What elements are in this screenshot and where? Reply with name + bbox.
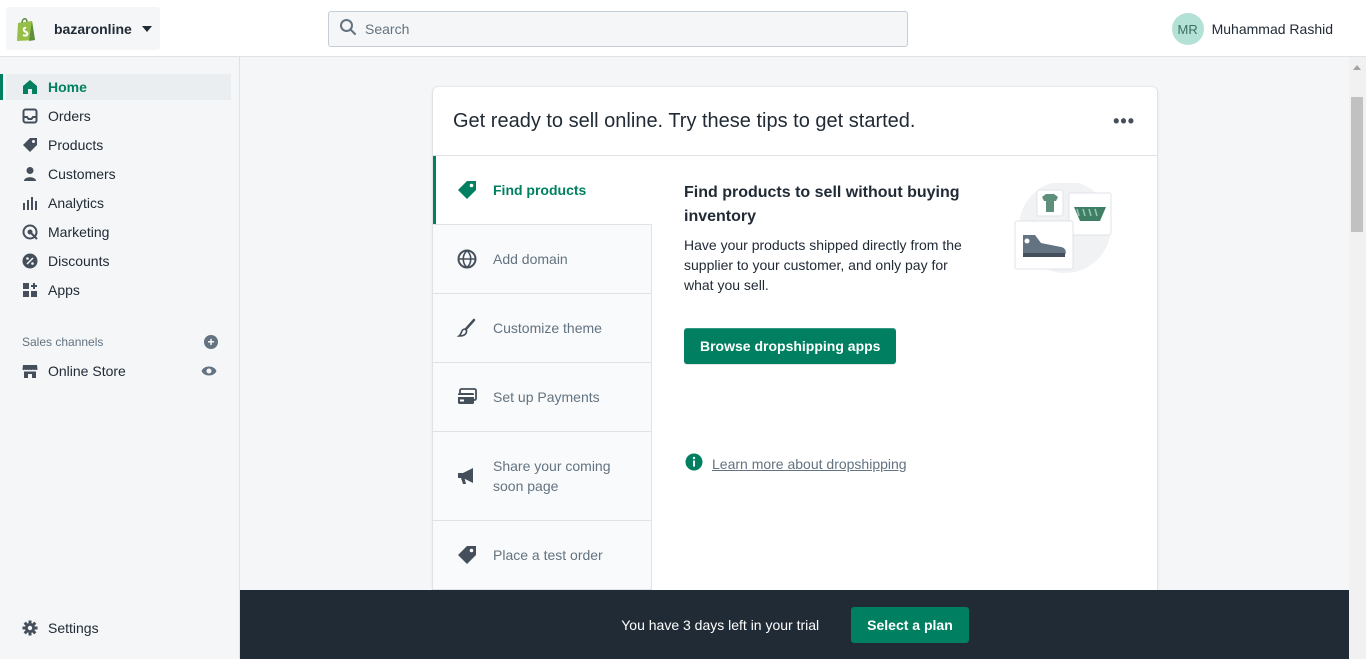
gear-icon (22, 620, 38, 636)
user-menu[interactable]: MR Muhammad Rashid (1171, 13, 1333, 45)
top-bar: bazaronline MR Muhammad Rashid (0, 0, 1366, 57)
products-illustration (1011, 181, 1117, 279)
store-name: bazaronline (54, 20, 132, 37)
sidebar-item-discounts[interactable]: Discounts (6, 248, 231, 274)
sidebar-item-marketing[interactable]: Marketing (6, 219, 231, 245)
sidebar-item-label: Online Store (48, 363, 126, 379)
chevron-down-icon (141, 25, 152, 32)
globe-icon (457, 249, 477, 269)
info-icon (685, 453, 703, 474)
trial-banner: You have 3 days left in your trial Selec… (240, 590, 1350, 659)
sidebar-item-orders[interactable]: Orders (6, 103, 231, 129)
sidebar: Home Orders Products Customers Analytics… (0, 57, 240, 659)
page-scrollbar[interactable] (1349, 57, 1366, 659)
card-header: Get ready to sell online. Try these tips… (433, 87, 1157, 156)
bar-chart-icon (22, 195, 38, 211)
tab-label: Find products (493, 182, 587, 198)
tab-customize-theme[interactable]: Customize theme (433, 294, 652, 363)
sidebar-item-label: Analytics (48, 195, 105, 211)
tab-find-products[interactable]: Find products (433, 156, 652, 225)
target-icon (22, 224, 38, 240)
search-input[interactable] (365, 21, 885, 37)
sidebar-item-online-store[interactable]: Online Store (6, 358, 231, 384)
tab-label: Place a test order (493, 547, 603, 563)
select-plan-button[interactable]: Select a plan (851, 606, 969, 643)
tab-label: Customize theme (493, 320, 602, 336)
home-icon (22, 79, 38, 95)
tab-add-domain[interactable]: Add domain (433, 225, 652, 294)
sales-channels-label: Sales channels (22, 335, 104, 349)
scroll-up-arrow-icon[interactable] (1353, 65, 1361, 70)
more-actions-button[interactable]: ••• (1113, 111, 1135, 132)
sidebar-item-label: Orders (48, 108, 91, 124)
tab-share-coming-soon[interactable]: Share your coming soon page (433, 432, 652, 521)
inbox-icon (22, 108, 38, 124)
tag-icon (22, 137, 38, 153)
tab-label: Add domain (493, 251, 568, 267)
sidebar-item-label: Apps (48, 282, 80, 298)
scroll-thumb[interactable] (1351, 97, 1363, 232)
setup-guide-card: Get ready to sell online. Try these tips… (433, 87, 1157, 607)
card-title: Get ready to sell online. Try these tips… (453, 109, 916, 132)
search-bar (328, 11, 908, 47)
browse-dropshipping-apps-button[interactable]: Browse dropshipping apps (684, 328, 897, 364)
store-switcher[interactable]: bazaronline (6, 7, 160, 50)
sidebar-item-apps[interactable]: Apps (6, 277, 231, 303)
sales-channels-header: Sales channels + (22, 335, 218, 349)
tag-icon (457, 180, 477, 200)
sidebar-item-label: Settings (48, 620, 99, 636)
detail-description: Have your products shipped directly from… (684, 237, 962, 293)
avatar: MR (1171, 13, 1204, 45)
eye-icon[interactable] (201, 364, 217, 380)
sidebar-item-label: Discounts (48, 253, 110, 269)
tab-set-up-payments[interactable]: Set up Payments (433, 363, 652, 432)
sidebar-item-products[interactable]: Products (6, 132, 231, 158)
tab-label: Set up Payments (493, 389, 600, 405)
add-sales-channel-icon[interactable]: + (204, 335, 218, 349)
sidebar-item-analytics[interactable]: Analytics (6, 190, 231, 216)
user-name: Muhammad Rashid (1211, 21, 1333, 37)
shopify-bag-icon (14, 15, 38, 43)
tab-place-test-order[interactable]: Place a test order (433, 521, 652, 590)
store-icon (22, 363, 38, 379)
sidebar-item-label: Marketing (48, 224, 110, 240)
tab-detail: Find products to sell without buying inv… (684, 181, 974, 295)
tab-label: Share your coming soon page (493, 458, 611, 494)
sidebar-item-label: Customers (48, 166, 116, 182)
learn-more-row: Learn more about dropshipping (685, 453, 907, 474)
discount-icon (22, 253, 38, 269)
brush-icon (457, 318, 477, 338)
person-icon (22, 166, 38, 182)
credit-card-icon (457, 387, 477, 407)
learn-more-dropshipping-link[interactable]: Learn more about dropshipping (712, 456, 907, 472)
tag-icon (457, 545, 477, 565)
megaphone-icon (457, 466, 477, 486)
sidebar-item-home[interactable]: Home (0, 74, 231, 100)
detail-title: Find products to sell without buying inv… (684, 184, 960, 225)
sidebar-item-label: Products (48, 137, 104, 153)
trial-message: You have 3 days left in your trial (621, 616, 820, 633)
sidebar-item-settings[interactable]: Settings (6, 615, 231, 641)
sidebar-item-label: Home (48, 79, 87, 95)
search-icon (339, 18, 357, 41)
sidebar-item-customers[interactable]: Customers (6, 161, 231, 187)
apps-icon (22, 282, 38, 298)
